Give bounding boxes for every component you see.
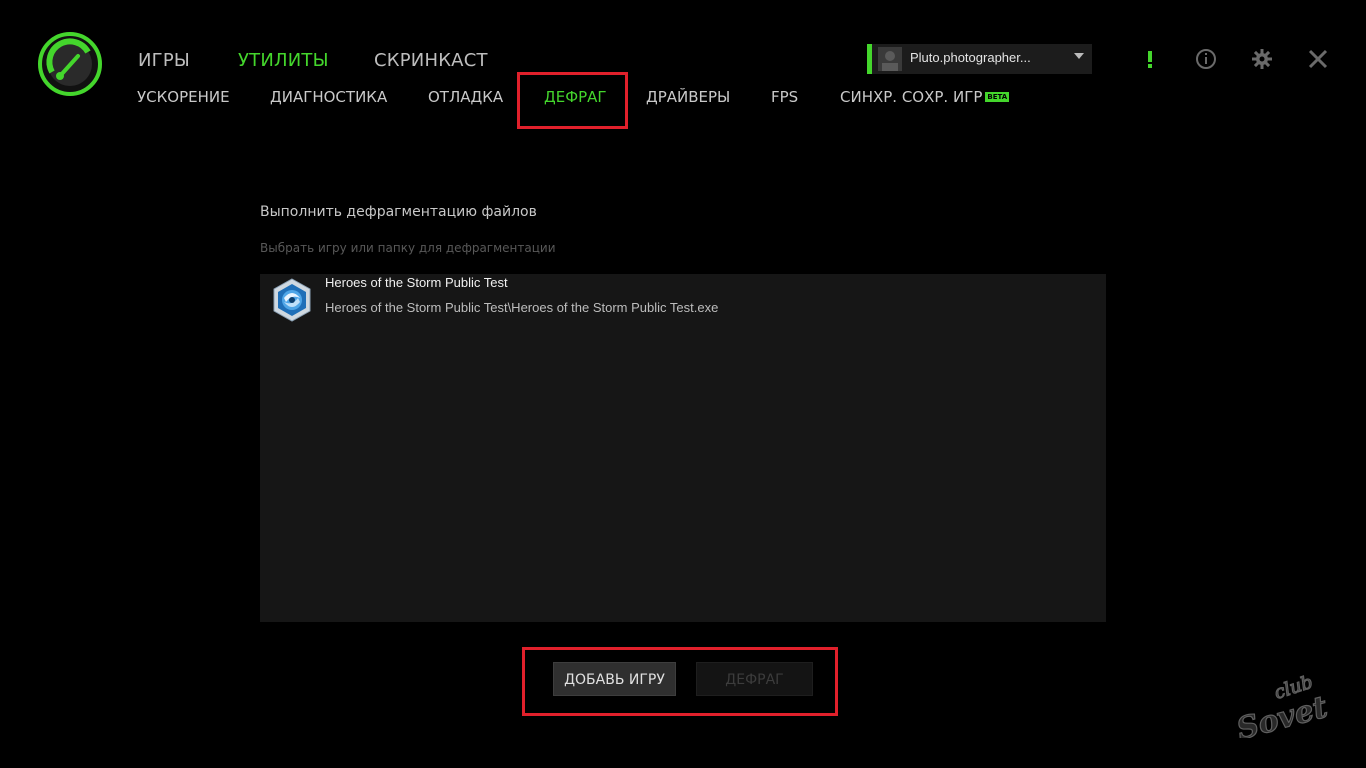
heroes-of-the-storm-icon bbox=[273, 278, 311, 322]
main-tab-utilities[interactable]: УТИЛИТЫ bbox=[238, 50, 329, 71]
sub-tab-save-sync-label: СИНХР. СОХР. ИГР bbox=[840, 88, 983, 106]
account-name: Pluto.photographer... bbox=[910, 50, 1031, 65]
page-subtitle: Выбрать игру или папку для дефрагментаци… bbox=[260, 241, 556, 255]
game-list: Heroes of the Storm Public Test Heroes o… bbox=[260, 274, 1106, 622]
account-selector[interactable]: Pluto.photographer... bbox=[867, 44, 1092, 74]
page-title: Выполнить дефрагментацию файлов bbox=[260, 204, 537, 220]
club-sovet-watermark: club Sovet bbox=[1233, 671, 1332, 738]
highlight-defrag-tab bbox=[517, 72, 628, 129]
gear-icon[interactable] bbox=[1251, 48, 1273, 70]
sub-tab-diagnostics[interactable]: ДИАГНОСТИКА bbox=[270, 88, 387, 106]
sub-tab-boost[interactable]: УСКОРЕНИЕ bbox=[137, 88, 230, 106]
avatar bbox=[878, 47, 902, 71]
info-icon[interactable] bbox=[1195, 48, 1217, 70]
sub-tab-debug[interactable]: ОТЛАДКА bbox=[428, 88, 503, 106]
game-name: Heroes of the Storm Public Test bbox=[325, 275, 508, 290]
sub-tab-drivers[interactable]: ДРАЙВЕРЫ bbox=[646, 88, 730, 106]
list-item[interactable]: Heroes of the Storm Public Test Heroes o… bbox=[260, 274, 1106, 324]
beta-badge: BETA bbox=[985, 92, 1010, 102]
highlight-buttons bbox=[522, 647, 838, 716]
alert-icon[interactable] bbox=[1139, 48, 1161, 70]
sub-tab-fps[interactable]: FPS bbox=[771, 88, 798, 106]
chevron-down-icon bbox=[1074, 53, 1084, 59]
game-path: Heroes of the Storm Public Test\Heroes o… bbox=[325, 300, 719, 315]
main-tab-screencast[interactable]: СКРИНКАСТ bbox=[374, 50, 488, 71]
main-nav: ИГРЫ УТИЛИТЫ СКРИНКАСТ bbox=[0, 50, 700, 74]
close-icon[interactable] bbox=[1307, 48, 1329, 70]
sub-tab-save-sync[interactable]: СИНХР. СОХР. ИГР BETA bbox=[840, 88, 1010, 106]
main-tab-games[interactable]: ИГРЫ bbox=[138, 50, 190, 71]
